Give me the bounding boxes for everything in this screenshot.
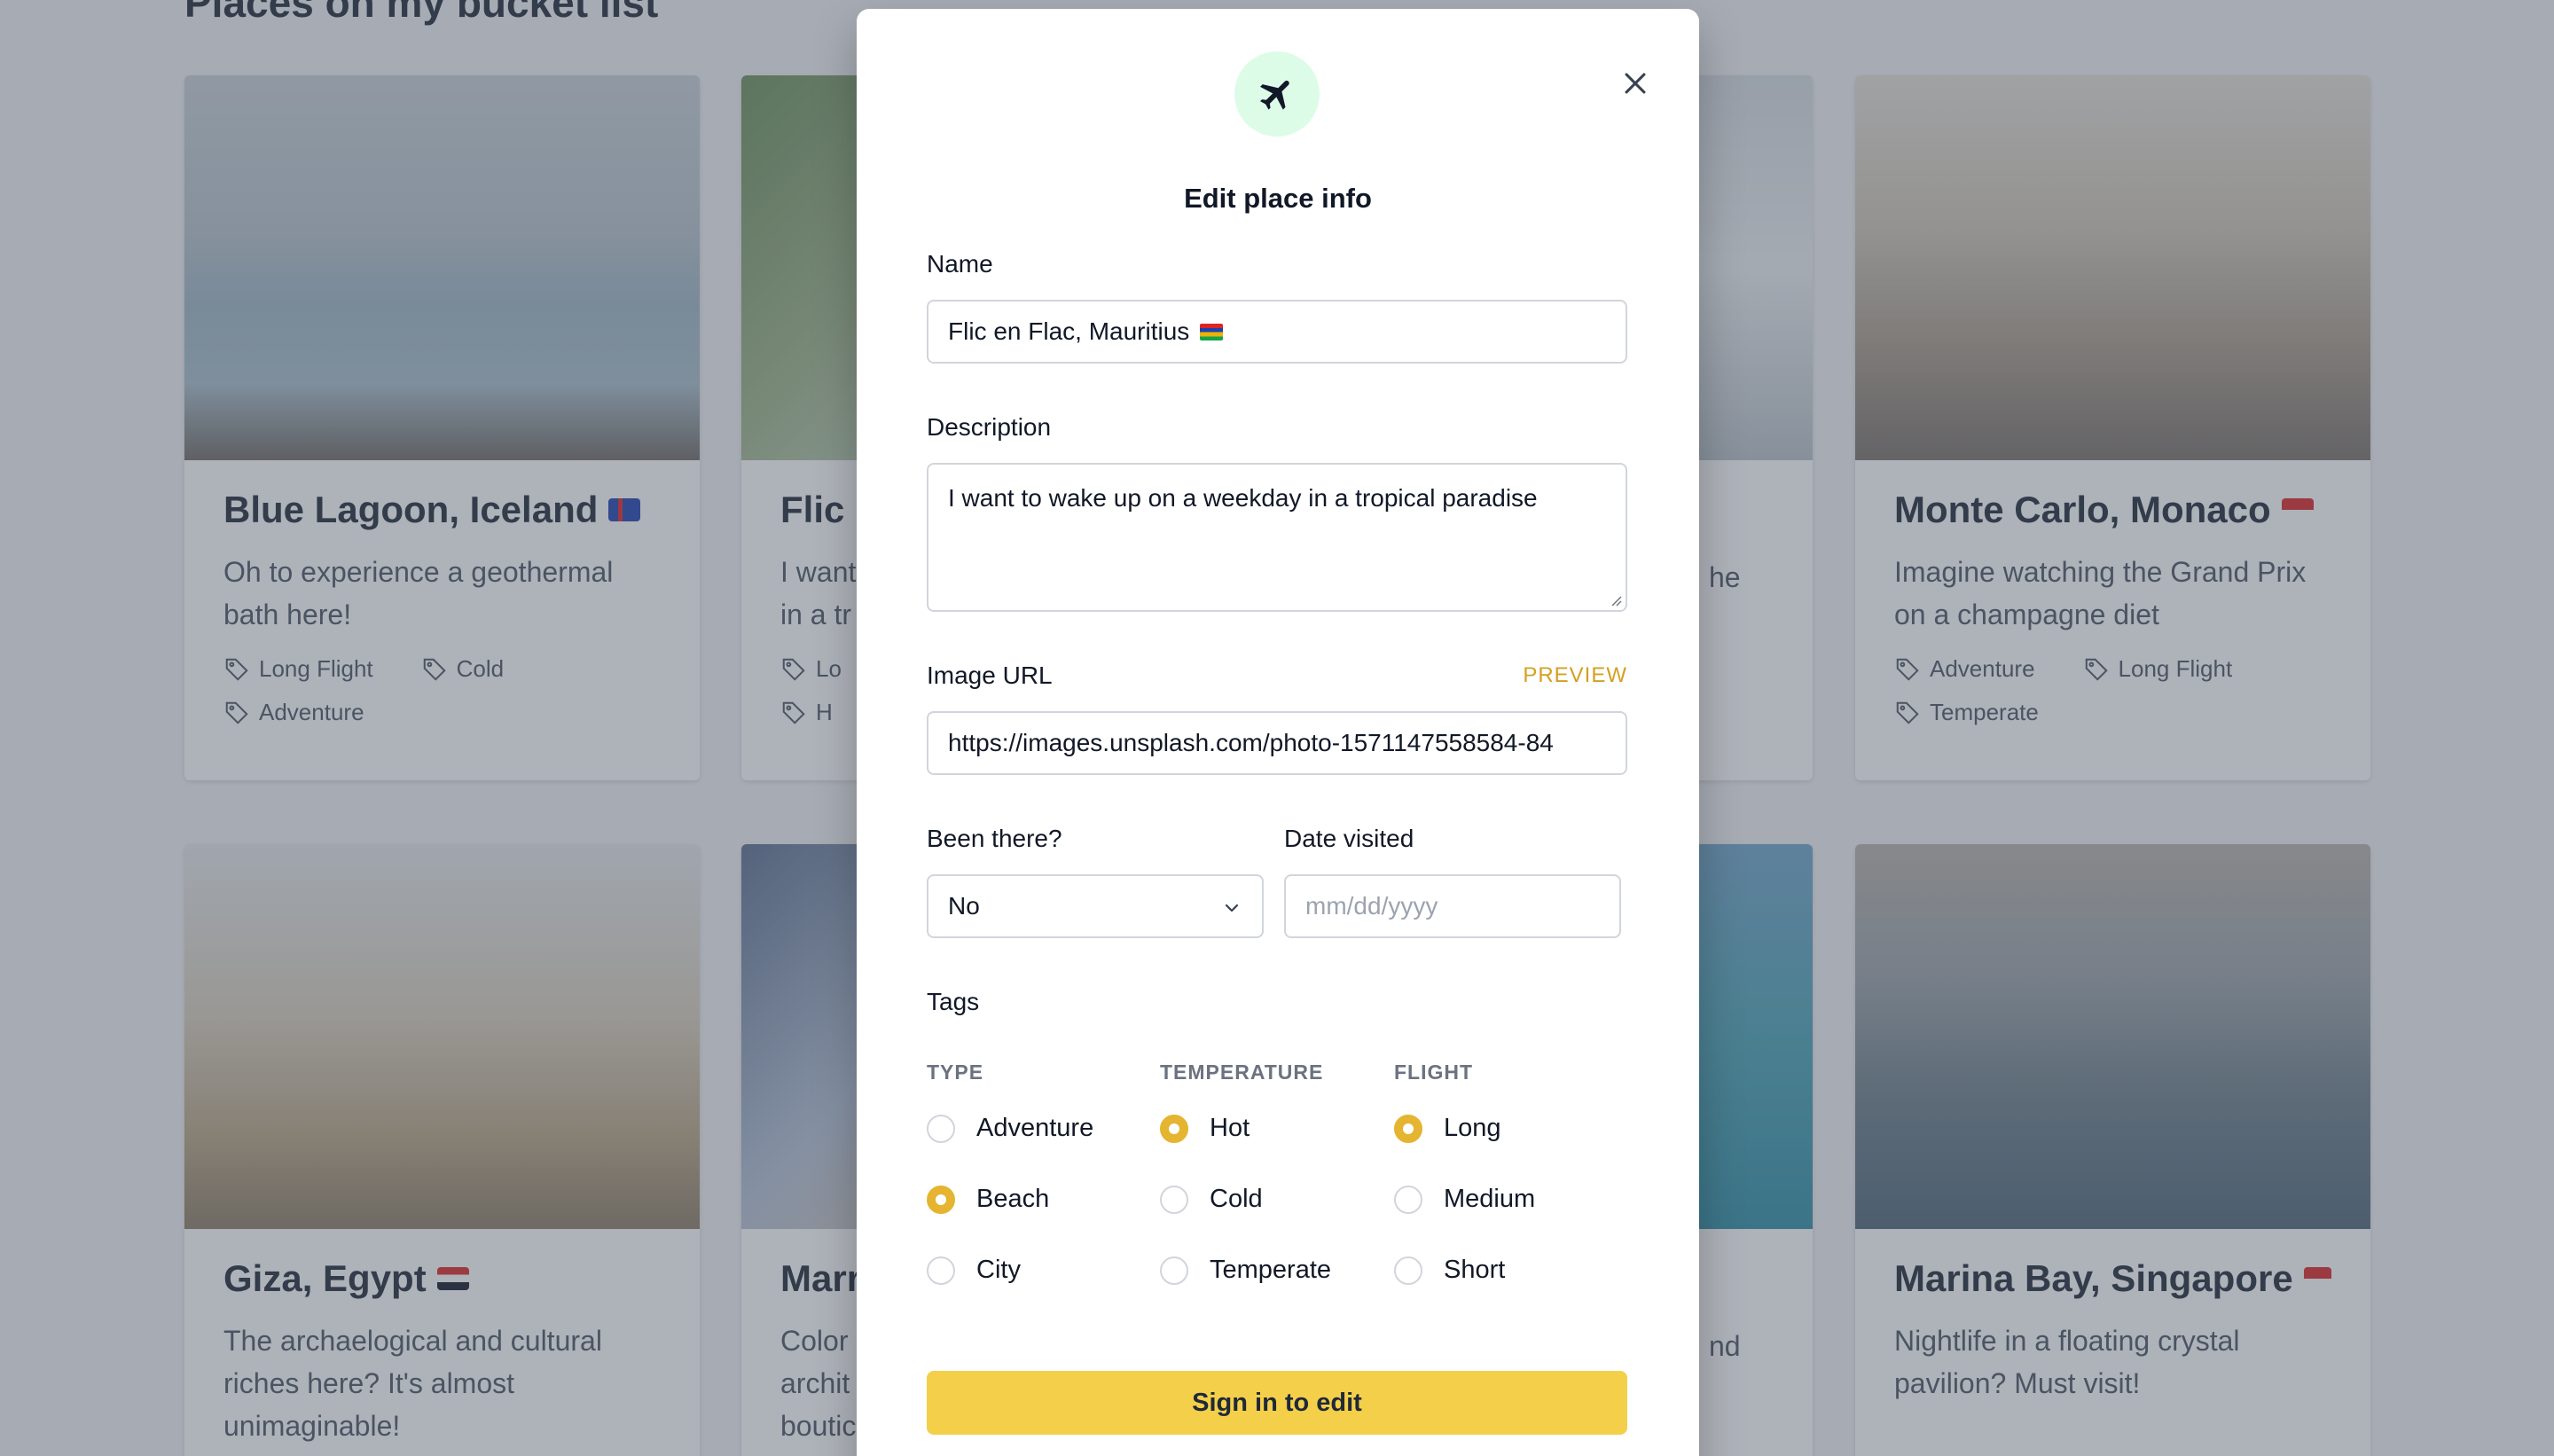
image-url-label: Image URL	[927, 661, 1053, 689]
edit-place-modal: Edit place info Name Flic en Flac, Mauri…	[857, 9, 1699, 1456]
flight-group-header: FLIGHT	[1394, 1061, 1474, 1084]
name-field[interactable]: Flic en Flac, Mauritius	[927, 300, 1627, 364]
modal-title: Edit place info	[1184, 183, 1372, 214]
radio-button[interactable]	[927, 1114, 955, 1143]
flag-icon	[1200, 323, 1224, 341]
close-icon[interactable]	[1614, 62, 1657, 105]
sign-in-to-edit-button[interactable]: Sign in to edit	[927, 1371, 1627, 1435]
radio-button[interactable]	[1394, 1114, 1422, 1143]
tag-radio-medium[interactable]: Medium	[1394, 1185, 1535, 1214]
tag-radio-adventure[interactable]: Adventure	[927, 1114, 1093, 1143]
radio-button[interactable]	[927, 1185, 955, 1214]
radio-button[interactable]	[1160, 1114, 1188, 1143]
tag-radio-beach[interactable]: Beach	[927, 1185, 1049, 1214]
date-visited-label: Date visited	[1284, 825, 1414, 852]
description-label: Description	[927, 413, 1052, 441]
tag-radio-short[interactable]: Short	[1394, 1256, 1505, 1285]
airplane-icon	[1234, 51, 1320, 137]
radio-button[interactable]	[927, 1256, 955, 1285]
tag-radio-cold[interactable]: Cold	[1160, 1185, 1263, 1214]
radio-button[interactable]	[1160, 1256, 1188, 1285]
tag-radio-hot[interactable]: Hot	[1160, 1114, 1250, 1143]
resize-handle-icon[interactable]	[1610, 594, 1622, 607]
chevron-down-icon	[1225, 904, 1239, 912]
tags-label: Tags	[927, 988, 980, 1015]
tag-radio-temperate[interactable]: Temperate	[1160, 1256, 1331, 1285]
type-group-header: TYPE	[927, 1061, 984, 1084]
been-there-select[interactable]: No	[927, 874, 1264, 938]
tag-radio-long[interactable]: Long	[1394, 1114, 1501, 1143]
name-label: Name	[927, 250, 993, 278]
description-field[interactable]: I want to wake up on a weekday in a trop…	[927, 463, 1627, 612]
date-visited-field[interactable]: mm/dd/yyyy	[1284, 874, 1621, 938]
been-there-label: Been there?	[927, 825, 1062, 852]
preview-link[interactable]: PREVIEW	[1523, 663, 1627, 688]
temperature-group-header: TEMPERATURE	[1160, 1061, 1324, 1084]
radio-button[interactable]	[1394, 1185, 1422, 1214]
image-url-field[interactable]: https://images.unsplash.com/photo-157114…	[927, 711, 1627, 775]
tag-radio-city[interactable]: City	[927, 1256, 1021, 1285]
radio-button[interactable]	[1394, 1256, 1422, 1285]
radio-button[interactable]	[1160, 1185, 1188, 1214]
